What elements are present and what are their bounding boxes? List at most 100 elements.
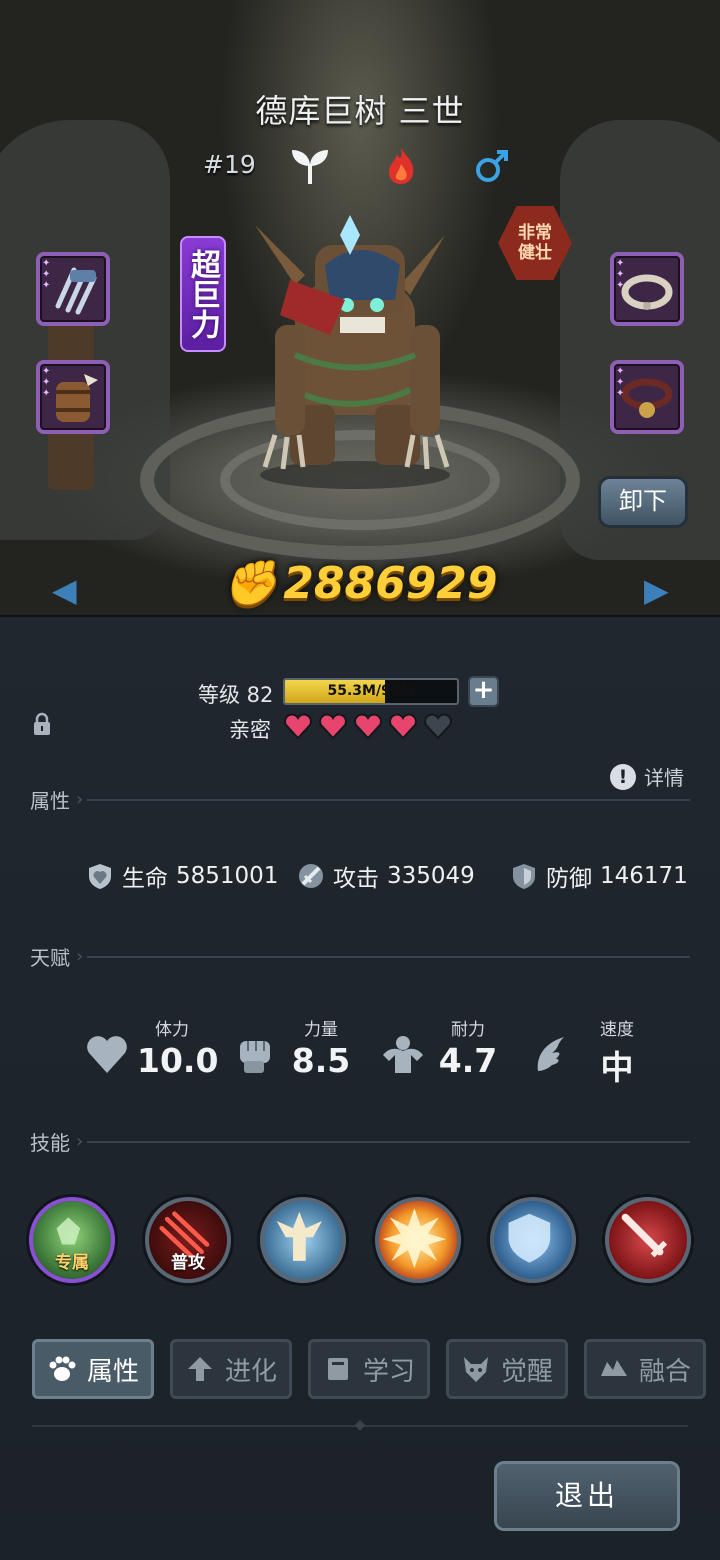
heart-filled-icon bbox=[284, 713, 312, 739]
talents-section-header: 天赋 › bbox=[30, 942, 690, 971]
section-divider bbox=[87, 955, 690, 958]
arrow-up-icon bbox=[187, 1357, 212, 1381]
stat-hp-label: 生命 bbox=[122, 866, 168, 892]
details-label: 详情 bbox=[644, 766, 684, 790]
heart-filled-icon bbox=[389, 713, 417, 739]
hero-name: 德库巨树 三世 bbox=[255, 92, 465, 130]
tab-fusion-label: 融合 bbox=[638, 1356, 691, 1387]
sprout-icon[interactable] bbox=[290, 146, 330, 186]
skills-section-label: 技能 bbox=[30, 1131, 70, 1155]
heart-filled-icon bbox=[319, 713, 347, 739]
hero-info-panel: 等级 82 55.3M/95M + 亲密 属性 › ! 详情 生命 585100… bbox=[0, 615, 720, 1560]
skill-wind-shield[interactable] bbox=[490, 1197, 576, 1283]
section-divider bbox=[87, 1140, 690, 1143]
defense-shield-icon bbox=[513, 864, 535, 889]
equip-slot-weapon[interactable]: ✦ ✦ ✦ bbox=[36, 252, 110, 326]
talent-endurance-label: 耐力 bbox=[451, 1020, 485, 1040]
explosion-icon bbox=[382, 1208, 447, 1269]
lock-icon[interactable] bbox=[32, 712, 52, 736]
skill-exclusive[interactable]: 专属 bbox=[29, 1197, 115, 1283]
tab-fusion[interactable]: 融合 bbox=[584, 1339, 706, 1399]
talent-stamina-label: 体力 bbox=[155, 1020, 189, 1040]
skill-holy-wings[interactable] bbox=[260, 1197, 346, 1283]
equip-slot-armor[interactable]: ✦ ✦ ✦ bbox=[36, 360, 110, 434]
sword-icon bbox=[299, 864, 323, 888]
tab-attributes-label: 属性 bbox=[86, 1356, 139, 1387]
unequip-button[interactable]: 卸下 bbox=[598, 476, 688, 528]
talent-stamina[interactable]: 体力 10.0 bbox=[85, 1015, 225, 1085]
paw-icon bbox=[49, 1356, 76, 1381]
talent-strength-value: 8.5 bbox=[291, 1041, 351, 1080]
rarity-stars: ✦ ✦ ✦ bbox=[616, 258, 625, 291]
skill-basic-attack[interactable]: 普攻 bbox=[145, 1197, 231, 1283]
equip-slot-accessory[interactable]: ✦ ✦ ✦ bbox=[610, 360, 684, 434]
attributes-section-label: 属性 bbox=[30, 789, 70, 813]
heart-empty-icon bbox=[424, 713, 452, 739]
tab-learn-label: 学习 bbox=[362, 1356, 415, 1387]
talent-strength[interactable]: 力量 8.5 bbox=[234, 1015, 374, 1085]
tab-learn[interactable]: 学习 bbox=[308, 1339, 430, 1399]
sword-strike-icon bbox=[621, 1213, 668, 1258]
power-fist-icon: ✊ bbox=[222, 558, 278, 609]
tree-monster-illustration[interactable] bbox=[235, 205, 475, 495]
stat-hp-value: 5851001 bbox=[176, 863, 279, 889]
equip-slot-collar[interactable]: ✦ ✦ ✦ bbox=[610, 252, 684, 326]
beast-head-icon bbox=[463, 1357, 488, 1382]
book-icon bbox=[327, 1358, 348, 1380]
skill-exclusive-label: 专属 bbox=[55, 1253, 89, 1273]
skill-explosion[interactable] bbox=[375, 1197, 461, 1283]
intimacy-label: 亲密 bbox=[229, 718, 271, 742]
skill-basic-attack-label: 普攻 bbox=[171, 1253, 205, 1273]
fire-icon[interactable] bbox=[381, 146, 421, 186]
talent-endurance[interactable]: 耐力 4.7 bbox=[381, 1015, 521, 1085]
talent-speed[interactable]: 速度 中 bbox=[530, 1015, 670, 1087]
tab-awaken[interactable]: 觉醒 bbox=[446, 1339, 568, 1399]
rarity-stars: ✦ ✦ ✦ bbox=[616, 366, 625, 399]
fist-icon bbox=[240, 1041, 270, 1073]
talent-stamina-value: 10.0 bbox=[137, 1041, 219, 1080]
talent-strength-label: 力量 bbox=[304, 1020, 338, 1040]
talents-section-label: 天赋 bbox=[30, 946, 70, 970]
chevron-right-icon: › bbox=[76, 946, 84, 967]
chevron-right-icon: › bbox=[76, 1131, 84, 1152]
hero-number: #19 bbox=[203, 150, 256, 179]
talent-speed-label: 速度 bbox=[600, 1020, 634, 1040]
stat-defense-value: 146171 bbox=[600, 863, 688, 889]
stat-attack-label: 攻击 bbox=[333, 866, 379, 892]
holy-wings-icon bbox=[276, 1211, 323, 1261]
wing-icon bbox=[537, 1037, 564, 1071]
fusion-icon bbox=[600, 1360, 627, 1376]
wind-shield-icon bbox=[508, 1213, 551, 1263]
combat-power-value: 2886929 bbox=[283, 558, 498, 609]
heart-icon bbox=[87, 1036, 127, 1073]
stat-attack: 攻击 335049 bbox=[297, 859, 475, 893]
divider-ornament-icon: ◆ bbox=[354, 1417, 366, 1433]
exit-button[interactable]: 退出 bbox=[490, 1457, 684, 1535]
rarity-stars: ✦ ✦ ✦ bbox=[42, 366, 51, 399]
xp-bar: 55.3M/95M bbox=[283, 678, 459, 705]
tab-awaken-label: 觉醒 bbox=[500, 1356, 553, 1387]
skills-section-header: 技能 › bbox=[30, 1127, 690, 1156]
stat-defense: 防御 146171 bbox=[510, 859, 688, 893]
level-label: 等级 82 bbox=[198, 683, 274, 707]
details-button[interactable]: ! 详情 bbox=[610, 762, 684, 791]
talent-speed-value: 中 bbox=[600, 1048, 634, 1087]
add-xp-button[interactable]: + bbox=[468, 676, 499, 707]
bottom-tab-bar: 属性 进化 学习 觉醒 融合 bbox=[32, 1339, 712, 1401]
tab-evolve[interactable]: 进化 bbox=[170, 1339, 292, 1399]
rarity-stars: ✦ ✦ ✦ bbox=[42, 258, 51, 291]
heart-filled-icon bbox=[354, 713, 382, 739]
combat-power: ✊ 2886929 bbox=[0, 557, 720, 609]
intimacy-hearts bbox=[284, 713, 452, 739]
trait-tag-super-strength[interactable]: 超巨力 bbox=[180, 236, 226, 352]
skill-sword-strike[interactable] bbox=[605, 1197, 691, 1283]
xp-text: 55.3M/95M bbox=[327, 683, 415, 699]
attributes-section-header: 属性 › bbox=[30, 785, 690, 814]
muscle-icon bbox=[383, 1036, 423, 1073]
tab-evolve-label: 进化 bbox=[224, 1356, 277, 1387]
trait-badge-label: 非常健壮 bbox=[518, 223, 552, 263]
male-icon bbox=[476, 150, 508, 182]
section-divider bbox=[87, 798, 690, 801]
stat-defense-label: 防御 bbox=[546, 866, 592, 892]
tab-attributes[interactable]: 属性 bbox=[32, 1339, 154, 1399]
